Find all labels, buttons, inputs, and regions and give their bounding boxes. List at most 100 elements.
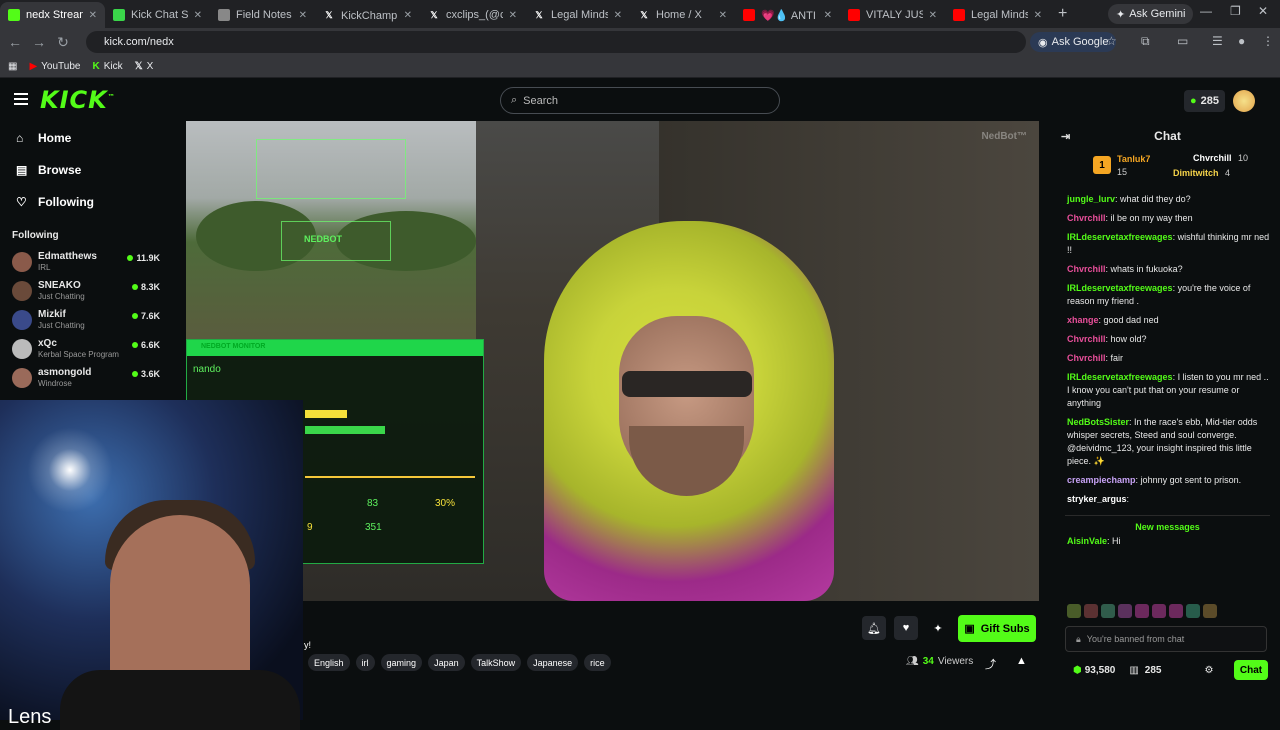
live-viewers: 3.6K [131, 369, 160, 379]
leader-name: Chvrchill [1193, 153, 1232, 163]
kick-logo[interactable]: KICK™ [40, 86, 116, 114]
streamer [544, 221, 834, 601]
sidebar: ⌂ Home ▤ Browse ♡ Following Following Edmat… [0, 122, 172, 402]
collapse-chat-icon[interactable]: ⇥ [1061, 130, 1070, 143]
sidebar-item-following[interactable]: ♡ Following [0, 186, 172, 218]
forward-icon[interactable]: → [27, 34, 51, 50]
extensions-icon[interactable]: ⧉ [1141, 34, 1150, 49]
monitor-value: 83 [367, 498, 379, 509]
points-badge[interactable]: ● 285 [1184, 90, 1226, 112]
close-tab-icon[interactable]: ✕ [194, 10, 202, 21]
sunglasses [622, 371, 752, 397]
settings-gear-icon[interactable]: ⚙ [1204, 665, 1213, 676]
channel-points[interactable]: 285 [1145, 665, 1162, 676]
sidebar-item-home[interactable]: ⌂ Home [0, 122, 172, 154]
chat-send-button[interactable]: Chat [1234, 660, 1268, 680]
tab-6[interactable]: 𝕏 Home / X ✕ [630, 2, 735, 28]
report-icon[interactable]: ▲ [1016, 655, 1027, 667]
back-icon[interactable]: ← [3, 34, 27, 50]
browser-tabstrip: nedx Stream✕Kick Chat Searc✕Field Notes … [0, 0, 1280, 28]
search-input[interactable]: ⌕ Search [500, 87, 780, 114]
chat-message: AisinVale: Hi [1067, 536, 1121, 546]
sidebar-item-browse[interactable]: ▤ Browse [0, 154, 172, 186]
stream-tag[interactable]: TalkShow [470, 654, 522, 671]
close-tab-icon[interactable]: ✕ [614, 10, 622, 21]
clip-button[interactable]: ✦ [926, 616, 950, 640]
chat-message: IRLdeservetaxfreewages: I listen to you … [1067, 372, 1269, 408]
live-dot [131, 313, 138, 319]
following-item[interactable]: Edmatthews IRL 11.9K [0, 247, 172, 276]
stream-tag[interactable]: rice [584, 654, 611, 671]
tab-5[interactable]: 𝕏Legal Mindset (@✕ [525, 2, 630, 28]
close-tab-icon[interactable]: ✕ [89, 10, 97, 21]
youtube-icon [953, 9, 965, 21]
new-tab-button[interactable]: + [1050, 5, 1075, 23]
gift-subs-button[interactable]: ▣ Gift Subs [958, 615, 1036, 642]
tab-1[interactable]: Kick Chat Searc✕ [105, 2, 210, 28]
stream-tag[interactable]: Japan [428, 654, 465, 671]
share-icon[interactable]: ⤴ [985, 656, 996, 672]
close-tab-icon[interactable]: ✕ [824, 10, 832, 21]
following-item[interactable]: Mizkif Just Chatting 7.6K [0, 305, 172, 334]
close-window-icon[interactable]: ✕ [1258, 4, 1268, 18]
following-item[interactable]: asmongold Windrose 3.6K [0, 363, 172, 392]
ask-gemini-button[interactable]: ✦ Ask Gemini [1108, 4, 1194, 24]
tab-4[interactable]: 𝕏cxclips_(@cx_cl✕ [420, 2, 525, 28]
viewer-count: 👥︎ 34 Viewers [906, 656, 974, 667]
stream-tag[interactable]: gaming [380, 654, 423, 671]
reload-icon[interactable]: ↻ [51, 34, 75, 51]
live-dot [127, 255, 134, 261]
avatar [12, 367, 32, 388]
user-avatar[interactable] [1233, 90, 1255, 112]
chat-title: Chat [1154, 129, 1181, 143]
text-fragment: y! [304, 640, 312, 650]
stream-tag[interactable]: English [308, 654, 350, 671]
close-tab-icon[interactable]: ✕ [929, 10, 937, 21]
stream-tag[interactable]: irl [355, 654, 375, 671]
x-icon: 𝕏 [134, 61, 143, 72]
split-icon[interactable]: ▭ [1177, 34, 1188, 48]
tab-3[interactable]: 𝕏KickChamp 🍿 o✕ [315, 2, 420, 28]
chat-message: IRLdeservetaxfreewages: you're the voice… [1067, 283, 1251, 306]
video-player[interactable]: NEDBOT NEDBOT MONITOR nando 83 30% 351 9… [186, 121, 1039, 601]
tab-9[interactable]: Legal Mindset✕ [945, 2, 1050, 28]
hamburger-menu-icon[interactable] [14, 93, 28, 105]
tab-8[interactable]: VITALY JUST GO✕ [840, 2, 945, 28]
kick-points-icon: ● [1190, 95, 1197, 107]
close-tab-icon[interactable]: ✕ [299, 10, 307, 21]
media-icon[interactable]: ☰ [1212, 34, 1223, 48]
chat-message: NedBotsSister: In the race's ebb, Mid-ti… [1067, 417, 1258, 466]
star-icon[interactable]: ☆ [1106, 34, 1117, 48]
new-messages-divider[interactable]: New messages [1065, 515, 1270, 532]
close-tab-icon[interactable]: ✕ [719, 10, 727, 21]
close-tab-icon[interactable]: ✕ [404, 10, 412, 21]
bookmark-youtube[interactable]: ▶ YouTube [29, 61, 80, 72]
tab-7[interactable]: 💗💧 ANTI SE✕ [735, 2, 840, 28]
home-icon: ⌂ [16, 131, 24, 145]
avatar [12, 280, 32, 301]
following-item[interactable]: xQc Kerbal Space Program 6.6K [0, 334, 172, 363]
profile-icon[interactable]: ● [1238, 34, 1245, 48]
address-bar-row: ← → ↻ kick.com/nedx ◉ Ask Google ☆ ⧉ ▭ ☰ … [0, 28, 1280, 56]
monitor-value: 351 [365, 522, 382, 533]
menu-icon[interactable]: ⋮ [1262, 34, 1274, 48]
apps-icon[interactable]: ▦ [8, 61, 17, 72]
tab-0[interactable]: nedx Stream ✕ [0, 2, 105, 28]
follow-button[interactable]: ♥ [894, 616, 918, 640]
chat-message: Chvrchill: whats in fukuoka? [1067, 264, 1183, 274]
close-tab-icon[interactable]: ✕ [1034, 10, 1042, 21]
close-tab-icon[interactable]: ✕ [509, 10, 517, 21]
bookmark-x[interactable]: 𝕏X [135, 61, 154, 72]
bookmark-kick[interactable]: K Kick [92, 61, 122, 72]
avatar [12, 251, 32, 272]
ask-google-button[interactable]: ◉ Ask Google [1030, 32, 1117, 52]
notifications-button[interactable]: 🔔︎ [862, 616, 886, 640]
tab-2[interactable]: Field Notes — I✕ [210, 2, 315, 28]
points-balance[interactable]: 93,580 [1085, 665, 1116, 676]
minimize-icon[interactable]: — [1200, 4, 1212, 18]
following-item[interactable]: SNEAKO Just Chatting 8.3K [0, 276, 172, 305]
stream-tag[interactable]: Japanese [527, 654, 579, 671]
maximize-icon[interactable]: ❐ [1230, 4, 1241, 18]
firework [20, 420, 120, 520]
url-field[interactable]: kick.com/nedx [86, 31, 1026, 53]
